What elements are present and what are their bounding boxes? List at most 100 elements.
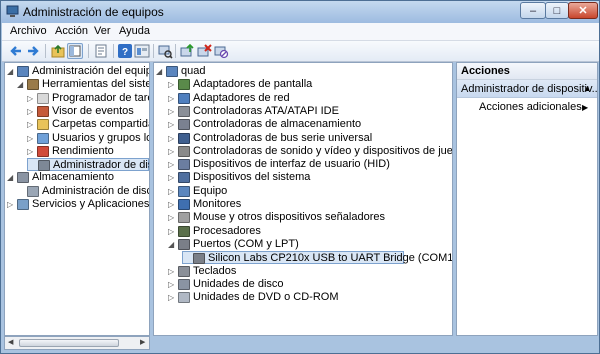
expand-icon[interactable]: ▷ (168, 132, 176, 145)
menu-accion[interactable]: Acción (55, 25, 88, 37)
expand-icon[interactable]: ▷ (27, 118, 35, 131)
actions-section-device-manager[interactable]: Administrador de dispositiv... ▲ (457, 80, 597, 98)
update-driver-icon[interactable] (179, 43, 195, 59)
expand-icon[interactable]: ▷ (27, 132, 35, 145)
tree-item-label: Programador de tareas (52, 91, 149, 104)
tree-item-label: Almacenamiento (32, 171, 114, 184)
display-adapter-icon (178, 79, 190, 91)
network-adapter-icon (178, 92, 190, 104)
expand-icon[interactable]: ▷ (168, 185, 176, 198)
disk-management-icon (27, 185, 39, 197)
device-manager-icon (38, 160, 50, 172)
svg-text:?: ? (122, 47, 128, 58)
toolbar-separator (45, 44, 46, 58)
expand-icon[interactable]: ▷ (168, 171, 176, 184)
expand-icon[interactable]: ▷ (168, 78, 176, 91)
tree-item-label: Administración de disco (42, 184, 150, 197)
collapse-icon[interactable]: ◢ (168, 238, 176, 251)
toolbar-separator (88, 44, 89, 58)
dvd-icon (178, 292, 190, 304)
tree-item-label: Teclados (193, 264, 237, 277)
disable-device-icon[interactable] (213, 43, 229, 59)
collapse-icon[interactable]: ◢ (7, 171, 15, 184)
expand-icon[interactable]: ▷ (168, 278, 176, 291)
expand-icon[interactable]: ▷ (168, 145, 176, 158)
expand-icon[interactable]: ▷ (27, 105, 35, 118)
storage-controller-icon (178, 119, 190, 131)
expand-icon[interactable]: ▷ (168, 265, 176, 278)
tree-item-label: Dispositivos de interfaz de usuario (HID… (193, 158, 390, 171)
system-devices-icon (178, 172, 190, 184)
more-actions-label: Acciones adicionales (479, 101, 582, 113)
tree-item-label: Dispositivos del sistema (193, 171, 311, 184)
nav-item[interactable]: Administrador de dispo (27, 158, 149, 172)
tree-item-label: Unidades de DVD o CD-ROM (193, 291, 339, 304)
port-icon (193, 253, 205, 265)
left-horizontal-scrollbar[interactable]: ◀ ▶ (4, 336, 150, 350)
tree-item-label: quad (181, 65, 206, 77)
monitor-icon (178, 199, 190, 210)
up-folder-icon[interactable] (50, 43, 66, 59)
scrollbar-thumb[interactable] (19, 339, 119, 347)
toolbar-separator (175, 44, 176, 58)
forward-icon[interactable] (25, 43, 41, 59)
menu-ayuda[interactable]: Ayuda (119, 25, 150, 37)
expand-icon[interactable]: ▷ (27, 145, 35, 158)
mouse-icon (178, 212, 190, 224)
menu-ver[interactable]: Ver (94, 25, 111, 37)
expand-icon[interactable]: ▷ (168, 118, 176, 131)
expand-icon[interactable]: ▷ (168, 158, 176, 171)
tree-item-label: Controladoras ATA/ATAPI IDE (193, 104, 339, 117)
hid-icon (178, 159, 190, 171)
tree-item-label: Administración del equipo (loc (32, 65, 149, 77)
tree-item-label: Puertos (COM y LPT) (193, 237, 299, 250)
services-icon (17, 199, 29, 210)
maximize-icon: □ (553, 4, 561, 17)
back-icon[interactable] (8, 43, 24, 59)
maximize-button[interactable]: □ (545, 2, 569, 19)
collapse-icon[interactable]: ◢ (156, 65, 164, 78)
help-icon[interactable]: ? (117, 43, 133, 59)
expand-icon[interactable]: ▷ (168, 225, 176, 238)
collapse-icon[interactable]: ◢ (17, 78, 25, 91)
scroll-left-icon[interactable]: ◀ (8, 338, 13, 346)
performance-icon (37, 145, 49, 157)
processor-icon (178, 225, 190, 237)
properties-icon[interactable] (93, 43, 109, 59)
show-tree-icon[interactable] (67, 43, 83, 59)
storage-icon (17, 172, 29, 184)
sound-icon (178, 145, 190, 157)
expand-icon[interactable]: ▷ (168, 92, 176, 105)
minimize-button[interactable]: – (520, 2, 546, 19)
computer-icon (166, 66, 178, 77)
navigation-tree[interactable]: ◢ Administración del equipo (loc ◢ Herramie… (4, 62, 150, 336)
title-bar[interactable]: Administración de equipos – □ ✕ (1, 1, 599, 23)
tree-item-label: Monitores (193, 198, 242, 210)
collapse-icon[interactable]: ◢ (7, 65, 15, 78)
actions-pane: Acciones Administrador de dispositiv... … (456, 62, 598, 336)
tree-item-label: Controladoras de sonido y vídeo y dispos… (193, 144, 453, 157)
expand-icon[interactable]: ▷ (168, 211, 176, 224)
menu-archivo[interactable]: Archivo (10, 25, 47, 37)
expand-icon[interactable]: ▷ (7, 198, 15, 211)
ide-controller-icon (178, 105, 190, 117)
scroll-right-icon[interactable]: ▶ (140, 338, 145, 346)
expand-icon[interactable]: ▷ (27, 92, 35, 105)
close-button[interactable]: ✕ (568, 2, 598, 19)
console-icon[interactable] (134, 43, 150, 59)
minimize-icon: – (529, 4, 537, 17)
uninstall-icon[interactable] (196, 43, 212, 59)
tree-item-label: Mouse y otros dispositivos señaladores (193, 211, 385, 224)
device-item[interactable]: Silicon Labs CP210x USB to UART Bridge (… (182, 251, 452, 265)
window-title: Administración de equipos (23, 5, 164, 19)
expand-icon[interactable]: ▷ (168, 105, 176, 118)
collapse-up-icon[interactable]: ▲ (583, 80, 591, 97)
more-actions-item[interactable]: Acciones adicionales (479, 101, 582, 114)
tree-item-label: Controladoras de bus serie universal (193, 131, 373, 144)
device-tree[interactable]: ◢ quad ▷ Adaptadores de pantalla ▷ Adaptadore… (153, 62, 453, 336)
close-icon: ✕ (578, 5, 588, 17)
scan-hardware-icon[interactable] (157, 43, 173, 59)
expand-icon[interactable]: ▷ (168, 198, 176, 211)
expand-icon[interactable]: ▷ (168, 291, 176, 304)
tree-item-label: Servicios y Aplicaciones (32, 198, 150, 210)
